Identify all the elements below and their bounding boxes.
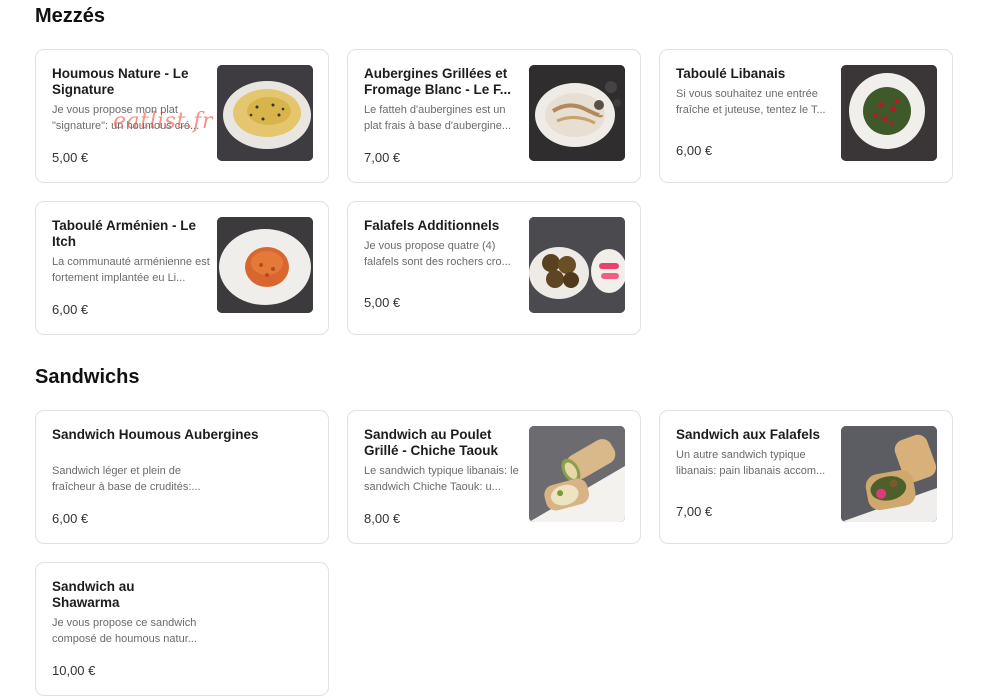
menu-item-description: Je vous propose ce sandwich composé de h… [52, 617, 197, 645]
falafels-photo-icon [529, 217, 625, 313]
menu-item-name: Sandwich au Shawarma [52, 579, 135, 610]
menu-item-description: Si vous souhaitez une entrée fraîche et … [676, 88, 826, 116]
section-title-mezzes: Mezzés [35, 5, 106, 27]
menu-item-description: Le fatteh d'aubergines est un plat frais… [364, 104, 512, 132]
menu-item-description: Un autre sandwich typique libanais: pain… [676, 449, 826, 477]
menu-card-sandwich-aux-falafels[interactable]: Sandwich aux Falafels Un autre sandwich … [659, 410, 953, 544]
itch-photo-icon [217, 217, 313, 313]
menu-item-price: 6,00 € [52, 511, 89, 526]
menu-item-name: Aubergines Grillées et Fromage Blanc - L… [364, 66, 512, 97]
falafel-wrap-photo-icon [841, 426, 937, 522]
menu-card-falafels-additionnels[interactable]: Falafels Additionnels Je vous propose qu… [347, 201, 641, 335]
menu-card-taboule-armenien[interactable]: Taboulé Arménien - Le Itch La communauté… [35, 201, 329, 335]
menu-item-price: 6,00 € [676, 143, 713, 158]
section-title-sandwichs: Sandwichs [35, 366, 140, 388]
menu-item-price: 5,00 € [52, 150, 89, 165]
menu-item-name: Sandwich Houmous Aubergines [52, 427, 259, 442]
menu-item-description: Le sandwich typique libanais: le sandwic… [364, 465, 519, 493]
menu-item-name: Sandwich aux Falafels [676, 427, 821, 442]
menu-item-description: Sandwich léger et plein de fraîcheur à b… [52, 465, 201, 493]
menu-item-name: Taboulé Arménien - Le Itch [52, 218, 197, 249]
menu-item-name: Sandwich au Poulet Grillé - Chiche Taouk [364, 427, 499, 458]
menu-card-sandwich-au-shawarma[interactable]: Sandwich au Shawarma Je vous propose ce … [35, 562, 329, 696]
menu-card-sandwich-houmous-aubergines[interactable]: Sandwich Houmous Aubergines Sandwich lég… [35, 410, 329, 544]
menu-item-price: 8,00 € [364, 511, 401, 526]
menu-item-description: La communauté arménienne est fortement i… [52, 256, 210, 284]
menu-item-name: Houmous Nature - Le Signature [52, 66, 189, 97]
menu-item-price: 6,00 € [52, 302, 89, 317]
menu-card-taboule-libanais[interactable]: Taboulé Libanais Si vous souhaitez une e… [659, 49, 953, 183]
watermark-text: eatlist.fr [113, 109, 213, 134]
menu-card-sandwich-chiche-taouk[interactable]: Sandwich au Poulet Grillé - Chiche Taouk… [347, 410, 641, 544]
aubergines-photo-icon [529, 65, 625, 161]
menu-item-price: 5,00 € [364, 295, 401, 310]
chiche-taouk-photo-icon [529, 426, 625, 522]
menu-item-price: 10,00 € [52, 663, 96, 678]
menu-card-aubergines-grillees[interactable]: Aubergines Grillées et Fromage Blanc - L… [347, 49, 641, 183]
menu-item-price: 7,00 € [676, 504, 713, 519]
menu-item-name: Taboulé Libanais [676, 66, 786, 81]
menu-item-name: Falafels Additionnels [364, 218, 500, 233]
taboule-photo-icon [841, 65, 937, 161]
houmous-photo-icon [217, 65, 313, 161]
menu-item-price: 7,00 € [364, 150, 401, 165]
menu-item-description: Je vous propose quatre (4) falafels sont… [364, 240, 511, 268]
